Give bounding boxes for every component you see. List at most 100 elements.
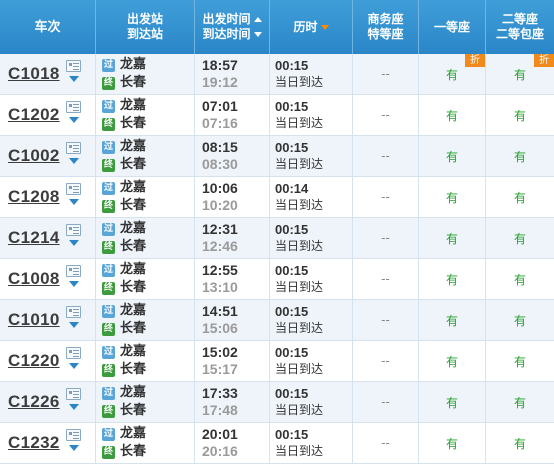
train-number-link[interactable]: C1214 [8,228,60,248]
train-number-link[interactable]: C1008 [8,269,60,289]
sort-depart-time[interactable]: 出发时间 [202,12,262,27]
business-seat-cell: -- [353,300,419,340]
expand-arrow-icon[interactable] [69,199,79,205]
timetable-icon[interactable] [66,306,81,318]
business-seat-value: -- [381,272,390,286]
arrive-day: 当日到达 [275,198,324,212]
train-number-link[interactable]: C1002 [8,146,60,166]
train-number-link[interactable]: C1226 [8,392,60,412]
depart-time: 08:15 [202,139,238,155]
to-station: 终长春 [102,320,146,338]
expand-arrow-icon[interactable] [69,363,79,369]
train-icons [66,347,84,369]
header-train-label: 车次 [34,19,61,35]
timetable-icon[interactable] [66,388,81,400]
pass-badge: 过 [102,386,115,400]
train-number-link[interactable]: C1010 [8,310,60,330]
train-number-link[interactable]: C1232 [8,433,60,453]
time-cell: 15:02 15:17 [195,341,270,381]
duration-value: 00:15 [275,99,309,114]
business-seat-value: -- [381,108,390,122]
second-class-value: 有 [513,272,526,287]
timetable-icon[interactable] [66,183,81,195]
train-number-link[interactable]: C1208 [8,187,60,207]
terminal-badge: 终 [102,363,115,377]
train-number-link[interactable]: C1202 [8,105,60,125]
first-class-value: 有 [445,354,458,369]
timetable-icon[interactable] [66,224,81,236]
second-class-value: 有 [513,190,526,205]
header-duration[interactable]: 历时 [270,0,353,54]
business-seat-value: -- [381,190,390,204]
pass-badge: 过 [102,99,115,113]
train-icons [66,101,84,123]
second-class-value: 有 [513,313,526,328]
train-icons [66,224,84,246]
header-first-class: 一等座 [419,0,486,54]
first-class-cell: 有 [419,136,486,176]
expand-arrow-icon[interactable] [69,281,79,287]
expand-arrow-icon[interactable] [69,404,79,410]
time-cell: 12:55 13:10 [195,259,270,299]
timetable-icon[interactable] [66,101,81,113]
station-cell: 过龙嘉终长春 [96,136,195,176]
duration-value: 00:15 [275,304,309,319]
train-cell: C1232 [0,423,96,463]
terminal-badge: 终 [102,404,115,418]
depart-time: 20:01 [202,426,238,442]
header-arrive-station: 到达站 [126,27,163,41]
station-cell: 过龙嘉终长春 [96,259,195,299]
timetable-icon[interactable] [66,142,81,154]
header-stations: 出发站 到达站 [96,0,195,54]
to-station: 终长春 [102,443,146,461]
expand-arrow-icon[interactable] [69,158,79,164]
expand-arrow-icon[interactable] [69,117,79,123]
table-row: C1202 过龙嘉终长春 07:01 07:16 00:15 当日到达 -- 有有 [0,95,554,136]
first-class-value: 有 [445,313,458,328]
from-station: 过龙嘉 [102,138,146,156]
timetable-icon[interactable] [66,265,81,277]
train-cell: C1202 [0,95,96,135]
table-row: C1232 过龙嘉终长春 20:01 20:16 00:15 当日到达 -- 有有 [0,423,554,464]
timetable-icon[interactable] [66,60,81,72]
second-class-cell: 有 [486,259,554,299]
train-number-link[interactable]: C1018 [8,64,60,84]
depart-time: 17:33 [202,385,238,401]
duration-value: 00:15 [275,140,309,155]
pass-badge: 过 [102,345,115,359]
header-second-box-label: 二等包座 [495,27,544,41]
first-class-value: 有 [445,395,458,410]
table-row: C1214 过龙嘉终长春 12:31 12:46 00:15 当日到达 -- 有有 [0,218,554,259]
expand-arrow-icon[interactable] [69,240,79,246]
business-seat-value: -- [381,354,390,368]
arrive-time: 20:16 [202,443,238,459]
timetable-icon[interactable] [66,429,81,441]
from-station: 过龙嘉 [102,56,146,74]
expand-arrow-icon[interactable] [69,445,79,451]
header-duration-label: 历时 [293,19,318,34]
to-station-name: 长春 [120,321,147,336]
terminal-badge: 终 [102,240,115,254]
second-class-cell: 有 [486,341,554,381]
table-row: C1018 过龙嘉终长春 18:57 19:12 00:15 当日到达 -- 折有折有 [0,54,554,95]
duration-value: 00:15 [275,58,309,73]
expand-arrow-icon[interactable] [69,322,79,328]
arrive-time: 13:10 [202,279,238,295]
pass-badge: 过 [102,263,115,277]
to-station-name: 长春 [120,444,147,459]
expand-arrow-icon[interactable] [69,76,79,82]
train-cell: C1208 [0,177,96,217]
timetable-icon[interactable] [66,347,81,359]
first-class-cell: 有 [419,382,486,422]
duration-cell: 00:15 当日到达 [270,136,353,176]
second-class-value: 有 [513,395,526,410]
first-class-cell: 有 [419,259,486,299]
discount-badge: 折 [534,54,554,67]
sort-arrive-time[interactable]: 到达时间 [202,27,262,42]
header-times[interactable]: 出发时间 到达时间 [195,0,270,54]
train-number-link[interactable]: C1220 [8,351,60,371]
first-class-cell: 有 [419,341,486,381]
time-cell: 14:51 15:06 [195,300,270,340]
from-station: 过龙嘉 [102,97,146,115]
depart-time: 07:01 [202,98,238,114]
